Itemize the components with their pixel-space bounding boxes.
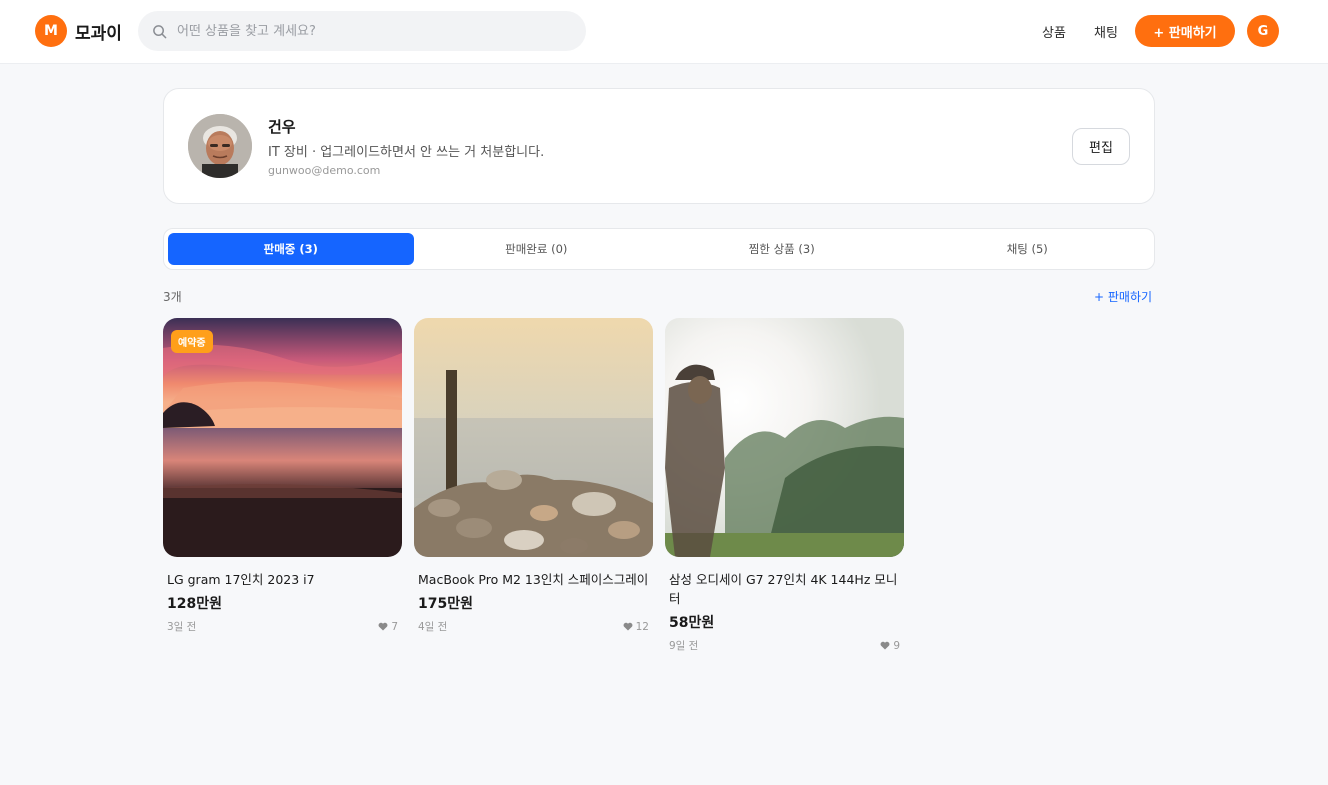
product-time: 3일 전 xyxy=(167,621,197,633)
logo-text: 모과이 xyxy=(75,23,122,44)
product-time: 9일 전 xyxy=(669,640,699,652)
user-avatar[interactable]: G xyxy=(1247,15,1279,47)
product-likes: 9 xyxy=(880,638,900,653)
edit-profile-button[interactable]: 편집 xyxy=(1072,128,1130,165)
product-card[interactable]: MacBook Pro M2 13인치 스페이스그레이 175만원 4일 전 1… xyxy=(414,318,653,634)
logo[interactable]: M 모과이 xyxy=(35,15,122,47)
product-time: 4일 전 xyxy=(418,621,448,633)
product-image xyxy=(665,318,904,557)
product-meta: 9일 전 9 xyxy=(669,638,900,653)
product-likes: 12 xyxy=(623,619,649,634)
product-image: 예약중 xyxy=(163,318,402,557)
product-title: LG gram 17인치 2023 i7 xyxy=(167,572,315,587)
product-meta: 4일 전 12 xyxy=(418,619,649,634)
top-header: M 모과이 상품 채팅 + 판매하기 G xyxy=(0,0,1328,64)
heart-icon xyxy=(880,641,890,650)
sell-link[interactable]: + 판매하기 xyxy=(1094,288,1152,305)
sell-button[interactable]: + 판매하기 xyxy=(1135,15,1235,47)
like-count: 12 xyxy=(635,620,649,633)
tab-chat[interactable]: 채팅 (5) xyxy=(905,233,1151,265)
profile-card: 건우 IT 장비 · 업그레이드하면서 안 쓰는 거 처분합니다. gunwoo… xyxy=(163,88,1155,204)
reserved-badge: 예약중 xyxy=(171,330,213,353)
profile-email: gunwoo@demo.com xyxy=(268,164,381,177)
profile-name: 건우 xyxy=(268,118,296,136)
search-bar[interactable] xyxy=(138,11,586,51)
product-image xyxy=(414,318,653,557)
nav-chat[interactable]: 채팅 xyxy=(1094,22,1118,41)
product-card[interactable]: 삼성 오디세이 G7 27인치 4K 144Hz 모니터 58만원 9일 전 9 xyxy=(665,318,904,653)
like-count: 9 xyxy=(893,639,900,652)
profile-photo xyxy=(188,114,252,178)
heart-icon xyxy=(378,622,388,631)
nav-products[interactable]: 상품 xyxy=(1042,22,1066,41)
logo-mark: M xyxy=(35,15,67,47)
product-price: 128만원 xyxy=(167,596,222,612)
product-meta: 3일 전 7 xyxy=(167,619,398,634)
heart-icon xyxy=(623,622,633,631)
product-card[interactable]: 예약중 LG gram 17인치 2023 i7 128만원 3일 전 7 xyxy=(163,318,402,634)
search-icon xyxy=(153,24,167,38)
product-title: MacBook Pro M2 13인치 스페이스그레이 xyxy=(418,572,649,587)
product-price: 58만원 xyxy=(669,615,715,631)
product-title: 삼성 오디세이 G7 27인치 4K 144Hz 모니터 xyxy=(669,572,898,606)
product-price: 175만원 xyxy=(418,596,473,612)
like-count: 7 xyxy=(391,620,398,633)
profile-bio: IT 장비 · 업그레이드하면서 안 쓰는 거 처분합니다. xyxy=(268,145,545,160)
profile-tabs: 판매중 (3) 판매완료 (0) 찜한 상품 (3) 채팅 (5) xyxy=(163,228,1155,270)
item-count: 3개 xyxy=(163,290,182,304)
tab-wishlist[interactable]: 찜한 상품 (3) xyxy=(659,233,905,265)
tab-selling[interactable]: 판매중 (3) xyxy=(168,233,414,265)
tab-sold[interactable]: 판매완료 (0) xyxy=(414,233,660,265)
product-likes: 7 xyxy=(378,619,398,634)
search-input[interactable] xyxy=(177,23,557,39)
